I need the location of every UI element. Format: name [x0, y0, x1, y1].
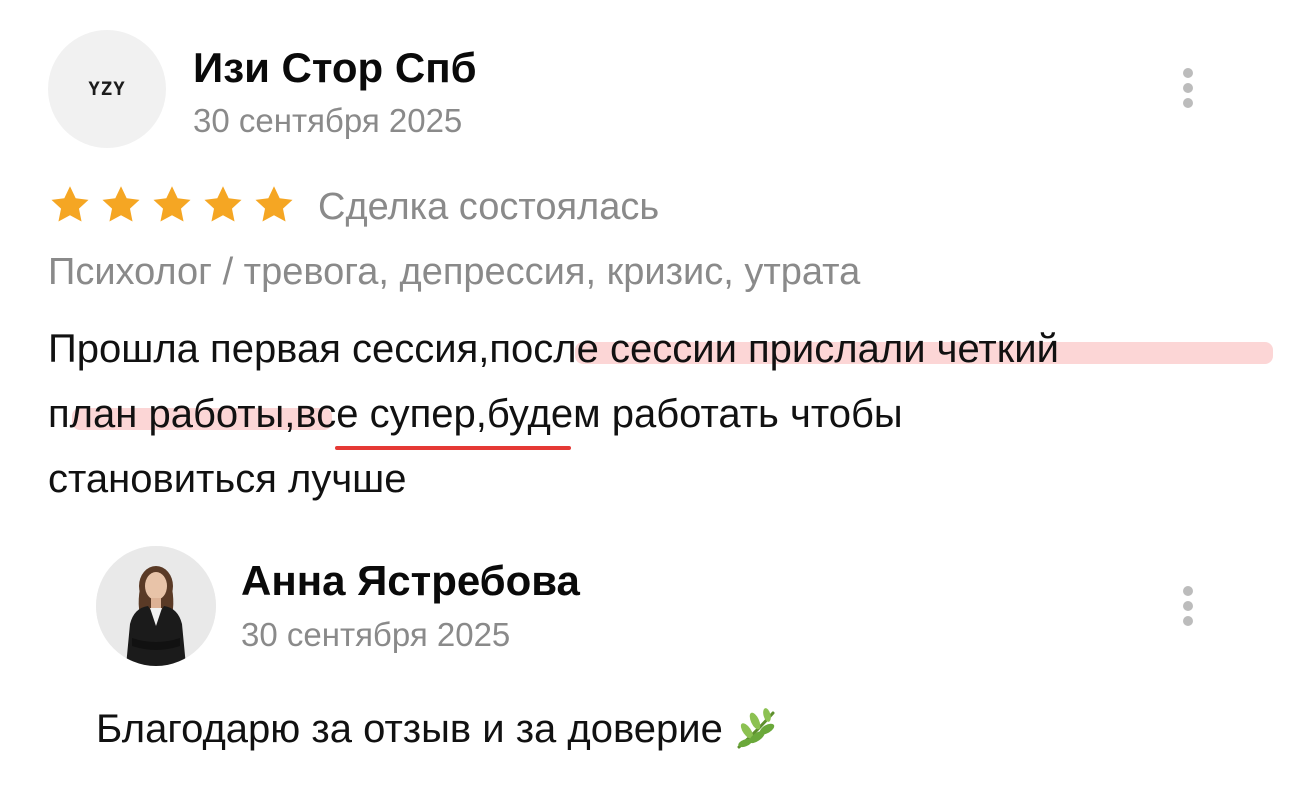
star-icon	[255, 186, 293, 222]
rating-stars	[48, 183, 296, 227]
reply-date: 30 сентября 2025	[241, 616, 511, 653]
replier-avatar[interactable]	[96, 546, 216, 666]
review-date: 30 сентября 2025	[193, 102, 463, 139]
reply-more-menu-icon[interactable]	[1173, 582, 1203, 630]
review-text-line: становиться лучше	[48, 457, 407, 501]
underline-mark	[335, 446, 571, 450]
star-icon	[102, 186, 140, 222]
review-more-menu-icon[interactable]	[1173, 64, 1203, 112]
person-photo	[96, 546, 216, 666]
service-category[interactable]: Психолог / тревога, депрессия, кризис, у…	[48, 250, 860, 294]
star-icon	[204, 186, 242, 222]
reply-text-row: Благодарю за отзыв и за доверие	[96, 706, 781, 752]
star-icon	[153, 186, 191, 222]
deal-status: Сделка состоялась	[318, 186, 660, 228]
review-card: YZY Изи Стор Спб 30 сентября 2025 Сделка…	[0, 0, 1290, 788]
reply-text: Благодарю за отзыв и за доверие	[96, 707, 723, 751]
herb-leaf-icon	[737, 708, 775, 749]
reviewer-name[interactable]: Изи Стор Спб	[193, 44, 477, 92]
star-icon	[51, 186, 89, 222]
replier-name[interactable]: Анна Ястребова	[241, 557, 580, 605]
review-text-line: план работы,все супер,будем работать что…	[48, 392, 903, 436]
reviewer-avatar-logo: YZY	[88, 78, 126, 100]
reviewer-avatar[interactable]: YZY	[48, 30, 166, 148]
review-text-line: Прошла первая сессия,после сессии присла…	[48, 327, 1059, 371]
